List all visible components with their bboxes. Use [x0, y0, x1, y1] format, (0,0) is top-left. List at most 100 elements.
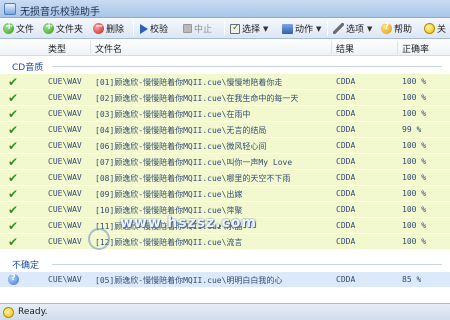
cell-result: CDDA	[336, 221, 356, 230]
cell-filename: [01]顾逸欣-慢慢陪着你MQII.cue\慢慢地陪着你走	[95, 78, 283, 87]
check-icon: ✔	[8, 203, 19, 217]
cell-filename: [06]顾逸欣-慢慢陪着你MQII.cue\微风轻心间	[95, 142, 267, 151]
stop-button[interactable]: 中止	[183, 21, 212, 36]
table-row[interactable]: ✔ CUE\WAV [09]顾逸欣-慢慢陪着你MQII.cue\出嫁 CDDA …	[0, 186, 450, 202]
cell-filename: [05]顾逸欣-慢慢陪着你MQII.cue\明明白白我的心	[95, 276, 283, 285]
cell-result: CDDA	[336, 77, 356, 86]
add-file-button[interactable]: 文件	[3, 21, 34, 36]
cell-accuracy: 100 %	[402, 205, 427, 214]
cell-filename: [08]顾逸欣-慢慢陪着你MQII.cue\哪里的天空不下雨	[95, 174, 291, 183]
check-icon: ✔	[8, 155, 19, 169]
check-icon: ✔	[8, 75, 19, 89]
column-divider[interactable]	[397, 41, 398, 54]
help-button[interactable]: 帮助	[381, 21, 412, 36]
table-row[interactable]: ✔ CUE\WAV [12]顾逸欣-慢慢陪着你MQII.cue\流言 CDDA …	[0, 234, 450, 250]
add-folder-button[interactable]: 文件夹	[43, 21, 83, 36]
cell-result: CDDA	[336, 109, 356, 118]
cell-accuracy: 100 %	[402, 77, 427, 86]
window-title: 无损音乐校验助手	[20, 7, 100, 18]
column-header-accuracy[interactable]: 正确率	[402, 42, 429, 55]
title-bar: 无损音乐校验助手	[0, 0, 450, 18]
group-header-cd: CD音质	[0, 58, 450, 73]
chevron-down-icon: ▼	[263, 24, 269, 33]
cell-result: CDDA	[336, 275, 356, 284]
stop-icon	[183, 24, 192, 33]
column-divider[interactable]	[331, 41, 332, 54]
column-header-type[interactable]: 类型	[48, 42, 66, 55]
cell-result: CDDA	[336, 93, 356, 102]
table-row[interactable]: ✔ CUE\WAV [08]顾逸欣-慢慢陪着你MQII.cue\哪里的天空不下雨…	[0, 170, 450, 186]
cell-type: CUE\WAV	[48, 93, 82, 102]
table-row[interactable]: ✔ CUE\WAV [07]顾逸欣-慢慢陪着你MQII.cue\叫你一声My L…	[0, 154, 450, 170]
table-row[interactable]: ✔ CUE\WAV [01]顾逸欣-慢慢陪着你MQII.cue\慢慢地陪着你走 …	[0, 74, 450, 90]
cell-type: CUE\WAV	[48, 77, 82, 86]
cell-type: CUE\WAV	[48, 109, 82, 118]
cell-type: CUE\WAV	[48, 237, 82, 246]
cell-filename: [02]顾逸欣-慢慢陪着你MQII.cue\在我生命中的每一天	[95, 94, 299, 103]
cell-accuracy: 100 %	[402, 189, 427, 198]
remove-icon	[93, 21, 104, 34]
select-menu[interactable]: 选择 ▼	[230, 21, 268, 36]
list-header: 类型 文件名 结果 正确率	[0, 39, 450, 56]
toolbar-separator	[133, 21, 134, 36]
check-icon: ✔	[8, 171, 19, 185]
cell-filename: [03]顾逸欣-慢慢陪着你MQII.cue\在雨中	[95, 110, 251, 119]
cell-result: CDDA	[336, 157, 356, 166]
cell-type: CUE\WAV	[48, 125, 82, 134]
table-row[interactable]: ✔ CUE\WAV [03]顾逸欣-慢慢陪着你MQII.cue\在雨中 CDDA…	[0, 106, 450, 122]
check-icon: ✔	[8, 187, 19, 201]
cell-accuracy: 100 %	[402, 93, 427, 102]
cell-accuracy: 100 %	[402, 237, 427, 246]
watermark: www.hszsz.com	[120, 215, 257, 231]
cell-result: CDDA	[336, 173, 356, 182]
chevron-down-icon: ▼	[367, 24, 373, 33]
column-divider[interactable]	[90, 41, 91, 54]
check-icon: ✔	[8, 219, 19, 233]
delete-button[interactable]: 删除	[93, 21, 124, 36]
table-row[interactable]: ✔ CUE\WAV [06]顾逸欣-慢慢陪着你MQII.cue\微风轻心间 CD…	[0, 138, 450, 154]
table-row[interactable]: ✔ CUE\WAV [02]顾逸欣-慢慢陪着你MQII.cue\在我生命中的每一…	[0, 90, 450, 106]
cell-accuracy: 85 %	[402, 275, 422, 284]
smiley-icon	[3, 307, 14, 318]
group-header-uncertain: 不确定	[0, 256, 450, 271]
cell-type: CUE\WAV	[48, 189, 82, 198]
checkbox-icon	[230, 23, 240, 34]
cell-filename: [07]顾逸欣-慢慢陪着你MQII.cue\叫你一声My Love	[95, 158, 293, 167]
check-icon: ✔	[8, 91, 19, 105]
about-button[interactable]: 关	[424, 21, 446, 36]
cell-accuracy: 100 %	[402, 157, 427, 166]
cell-type: CUE\WAV	[48, 141, 82, 150]
status-bar: Ready.	[0, 303, 450, 320]
chevron-down-icon: ▼	[316, 24, 322, 33]
options-menu[interactable]: 选项 ▼	[333, 21, 372, 36]
file-list[interactable]: 类型 文件名 结果 正确率 CD音质 ✔ CUE\WAV [01]顾逸欣-慢慢陪…	[0, 39, 450, 303]
add-icon	[43, 21, 54, 34]
cell-type: CUE\WAV	[48, 221, 82, 230]
toolbar: 文件 文件夹 删除 校验 中止 选择 ▼ 动作 ▼ 选项 ▼ 帮助 关	[0, 18, 450, 39]
watermark-logo	[88, 228, 110, 250]
table-row[interactable]: ✔ CUE\WAV [04]顾逸欣-慢慢陪着你MQII.cue\无言的结局 CD…	[0, 122, 450, 138]
verify-button[interactable]: 校验	[140, 21, 168, 36]
cell-accuracy: 100 %	[402, 141, 427, 150]
app-icon	[4, 3, 16, 15]
column-header-result[interactable]: 结果	[336, 42, 354, 55]
check-icon: ✔	[8, 123, 19, 137]
cell-type: CUE\WAV	[48, 275, 82, 284]
action-icon	[282, 23, 293, 34]
cell-filename: [04]顾逸欣-慢慢陪着你MQII.cue\无言的结局	[95, 126, 267, 135]
action-menu[interactable]: 动作 ▼	[282, 21, 321, 36]
cell-accuracy: 99 %	[402, 125, 422, 134]
group-label: CD音质	[12, 63, 44, 73]
toolbar-separator	[327, 21, 328, 36]
cell-result: CDDA	[336, 205, 356, 214]
column-header-filename[interactable]: 文件名	[95, 42, 122, 55]
play-icon	[140, 23, 148, 34]
wrench-icon	[333, 23, 344, 34]
group-label: 不确定	[12, 261, 40, 271]
cell-result: CDDA	[336, 125, 356, 134]
table-row[interactable]: CUE\WAV [05]顾逸欣-慢慢陪着你MQII.cue\明明白白我的心 CD…	[0, 272, 450, 288]
check-icon: ✔	[8, 139, 19, 153]
help-icon	[381, 22, 392, 34]
cell-type: CUE\WAV	[48, 205, 82, 214]
cell-type: CUE\WAV	[48, 157, 82, 166]
